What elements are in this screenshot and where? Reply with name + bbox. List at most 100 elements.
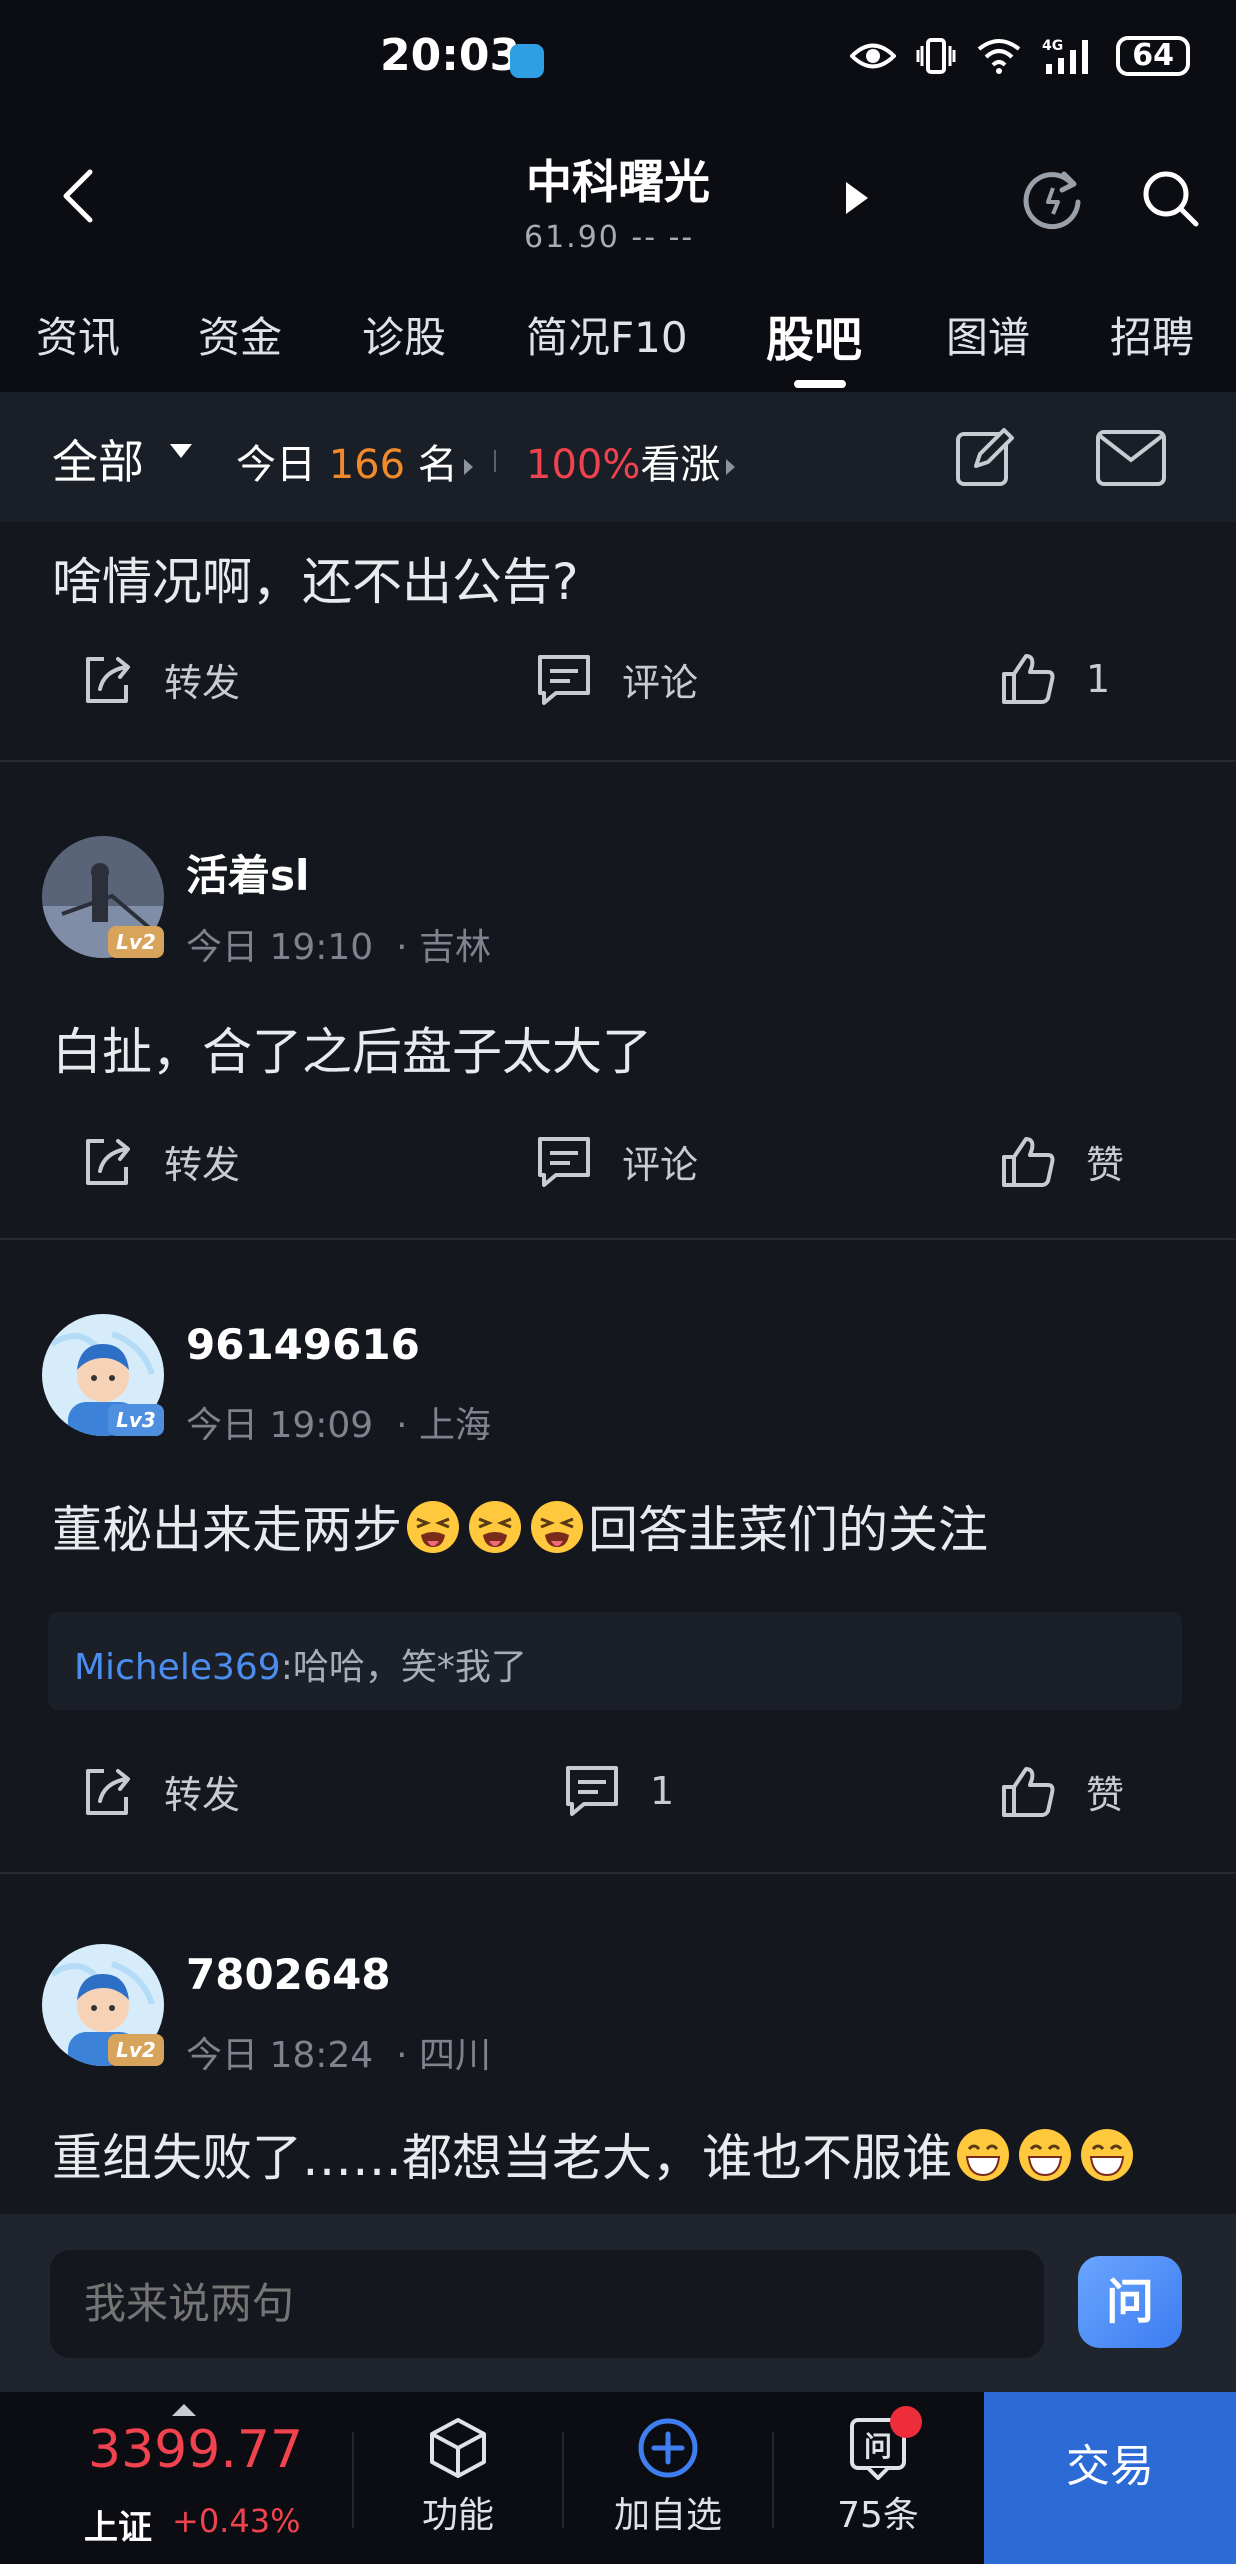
index-value[interactable]: 3399.77 (88, 2420, 303, 2480)
post-item[interactable]: Lv2 7802648 今日 18:24 · 四川 重组失败了……都想当老大，谁… (0, 1874, 1236, 2214)
mail-icon[interactable] (1094, 428, 1168, 488)
comment-count: 评论 (622, 661, 699, 705)
trade-button[interactable]: 交易 (984, 2392, 1236, 2564)
level-badge: Lv2 (108, 2034, 164, 2066)
status-bar: 20:03 4G 64 (0, 0, 1236, 122)
today-suffix: 名 (417, 442, 458, 488)
grinning-face-emoji (1019, 2129, 1071, 2181)
username[interactable]: 7802648 (186, 1950, 391, 1999)
reply-text: :哈哈，笑*我了 (280, 1647, 527, 1688)
vibrate-icon (916, 38, 956, 74)
svg-text:问: 问 (864, 2430, 892, 2463)
comment-button[interactable]: 评论 (536, 1134, 698, 1189)
thumbs-up-icon (1002, 1136, 1055, 1187)
tab-jobs[interactable]: 招聘 (1110, 304, 1194, 365)
post-item[interactable]: Lv2 活着sl 今日 19:10 · 吉林 白扯，合了之后盘子太大了 转发 评… (0, 762, 1236, 1240)
post-item[interactable]: 啥情况啊，还不出公告? 转发 评论 1 (0, 522, 1236, 762)
stock-header: 中科曙光 61.90 -- -- (0, 122, 1236, 282)
questions-button[interactable]: 问 75条 (778, 2406, 978, 2538)
caret-down-icon[interactable] (170, 444, 192, 458)
wifi-icon (978, 39, 1021, 74)
tab-funds[interactable]: 资金 (198, 304, 282, 365)
today-count[interactable]: 今日 166 名 (236, 432, 473, 490)
ask-button[interactable]: 问 (1078, 2256, 1182, 2348)
level-badge: Lv2 (108, 926, 164, 958)
questions-count: 75条 (837, 2495, 919, 2536)
forward-button[interactable]: 转发 (80, 652, 240, 707)
battery-icon: 64 (1116, 36, 1190, 76)
tired-face-emoji (531, 1501, 583, 1553)
index-change: +0.43% (172, 2502, 301, 2540)
today-prefix: 今日 (236, 442, 316, 488)
post-feed[interactable]: 啥情况啊，还不出公告? 转发 评论 1 Lv2 活着sl 今日 19:10 · … (0, 522, 1236, 2214)
add-watchlist-button[interactable]: 加自选 (568, 2416, 768, 2538)
post-text: 回答韭菜们的关注 (588, 1501, 988, 1559)
plus-circle-icon (638, 2418, 698, 2478)
post-text: 重组失败了……都想当老大，谁也不服谁 (52, 2129, 952, 2187)
divider (494, 450, 496, 472)
username[interactable]: 96149616 (186, 1320, 420, 1369)
tab-news[interactable]: 资讯 (36, 304, 120, 365)
forward-label: 转发 (164, 1773, 241, 1817)
tab-graph[interactable]: 图谱 (946, 304, 1030, 365)
comment-count: 评论 (622, 1143, 699, 1187)
thumbs-up-icon (1002, 1766, 1055, 1817)
scope-dropdown[interactable]: 全部 (52, 426, 144, 492)
next-stock-icon[interactable] (842, 180, 872, 216)
like-count: 1 (1086, 657, 1111, 701)
comment-button[interactable]: 1 (564, 1764, 674, 1818)
chevron-right-icon (726, 459, 736, 475)
like-button[interactable]: 赞 (1000, 1134, 1124, 1189)
function-label: 功能 (421, 2495, 494, 2536)
share-icon (86, 1768, 130, 1815)
bullish-label: 看涨 (640, 442, 721, 488)
forward-label: 转发 (164, 1143, 241, 1187)
chevron-right-icon (463, 459, 473, 475)
comment-icon (538, 654, 590, 705)
post-time: 今日 19:09 (186, 1405, 374, 1446)
tab-guba[interactable]: 股吧 (766, 300, 862, 370)
add-watchlist-label: 加自选 (613, 2495, 722, 2536)
post-content: 啥情况啊，还不出公告? (52, 553, 579, 611)
reply-preview[interactable]: Michele369:哈哈，笑*我了 (48, 1612, 1182, 1710)
reply-username[interactable]: Michele369 (74, 1647, 281, 1688)
like-button[interactable]: 赞 (1000, 1764, 1124, 1819)
grinning-face-emoji (957, 2129, 1009, 2181)
comment-icon (538, 1136, 590, 1187)
forward-button[interactable]: 转发 (80, 1764, 240, 1819)
tab-diagnose[interactable]: 诊股 (362, 304, 446, 365)
divider (772, 2432, 774, 2528)
like-button[interactable]: 1 (1000, 652, 1110, 706)
forward-button[interactable]: 转发 (80, 1134, 240, 1189)
notification-badge (890, 2406, 922, 2438)
eye-icon (850, 43, 897, 69)
post-time: 今日 19:10 (186, 927, 374, 968)
comment-bar: 问 (0, 2214, 1236, 2392)
edit-icon[interactable] (952, 424, 1018, 490)
share-icon (86, 1138, 130, 1185)
bullish-ratio[interactable]: 100%看涨 (526, 432, 736, 490)
username[interactable]: 活着sl (186, 842, 309, 903)
expand-up-icon[interactable] (172, 2404, 196, 2416)
search-icon[interactable] (1138, 166, 1204, 232)
post-text: 董秘出来走两步 (52, 1501, 402, 1559)
post-item[interactable]: Lv3 96149616 今日 19:09 · 上海 董秘出来走两步 回答韭菜们的… (0, 1240, 1236, 1874)
comment-count: 1 (650, 1769, 675, 1813)
refresh-icon[interactable] (1020, 166, 1086, 232)
tab-f10[interactable]: 简况F10 (526, 304, 688, 365)
post-content: 董秘出来走两步 回答韭菜们的关注 (52, 1490, 988, 1562)
like-count: 赞 (1086, 1773, 1125, 1817)
share-icon (86, 656, 130, 703)
status-time: 20:03 (380, 30, 521, 81)
status-icons: 4G 64 (850, 36, 1190, 76)
signal-4g-icon: 4G (1042, 38, 1089, 74)
bottom-bar: 3399.77 上证 +0.43% 功能 加自选 问 75条 交易 (0, 2392, 1236, 2564)
comment-input[interactable] (50, 2250, 1044, 2358)
thumbs-up-icon (1002, 654, 1055, 704)
comment-button[interactable]: 评论 (536, 652, 698, 707)
today-count-value: 166 (328, 442, 406, 488)
function-button[interactable]: 功能 (358, 2416, 558, 2538)
post-content: 白扯，合了之后盘子太大了 (52, 1023, 652, 1081)
post-location: · 吉林 (396, 927, 491, 968)
post-content: 重组失败了……都想当老大，谁也不服谁 (52, 2118, 1138, 2190)
